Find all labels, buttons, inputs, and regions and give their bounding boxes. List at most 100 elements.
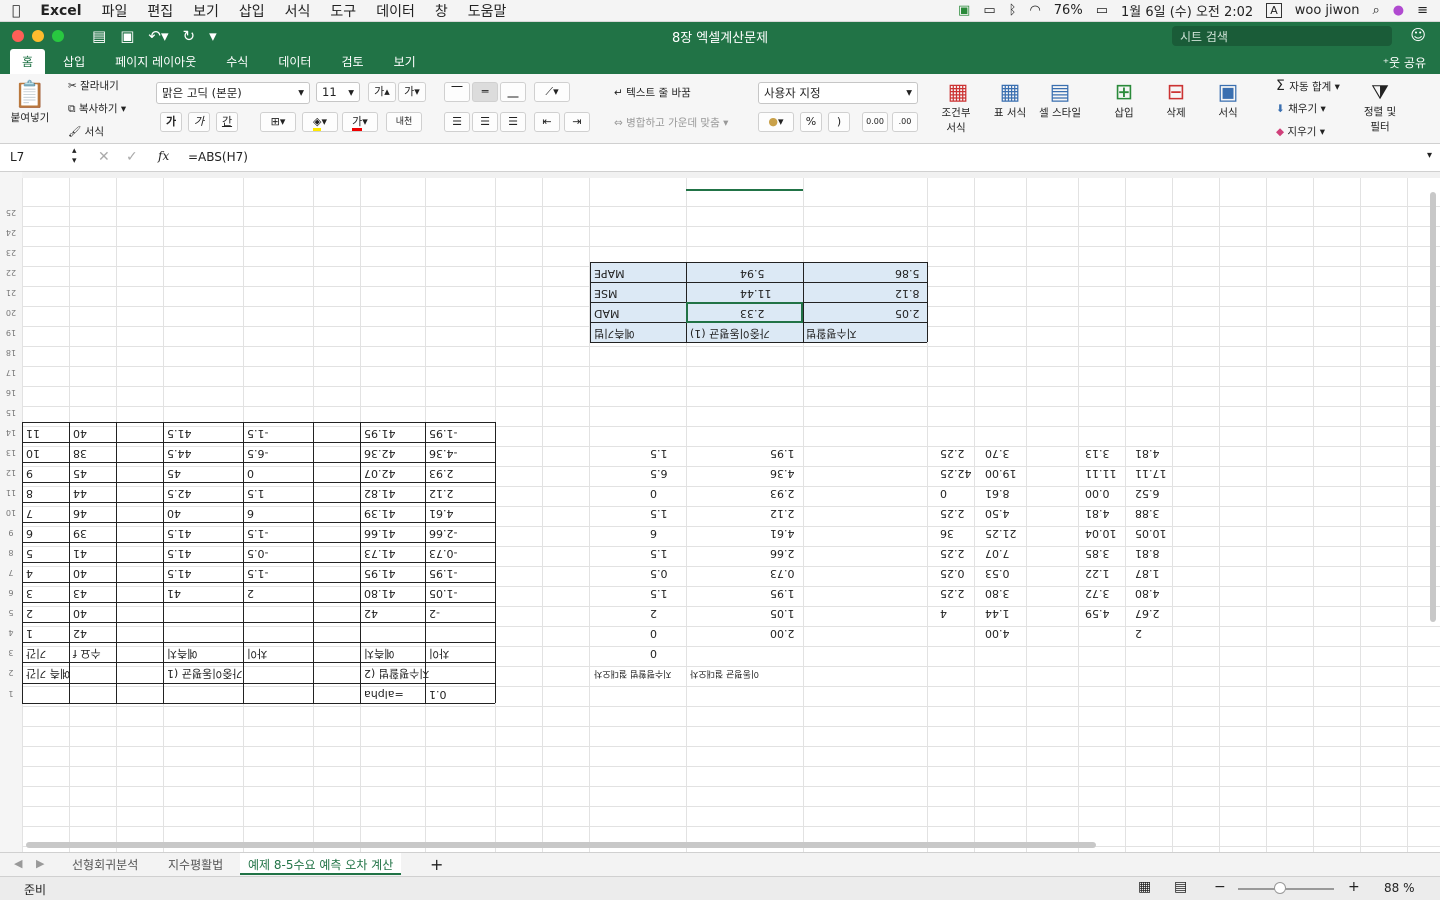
zoom-window-button[interactable] — [52, 30, 64, 42]
bluetooth-icon[interactable]: ᛒ — [1009, 3, 1017, 18]
bold-button[interactable]: 가 — [160, 112, 182, 132]
zoom-in-icon[interactable]: + — [1348, 879, 1360, 895]
align-top-icon[interactable]: ⎺ — [444, 82, 470, 102]
sheet-search-input[interactable]: 시트 검색 — [1172, 26, 1392, 46]
menu-insert[interactable]: 삽입 — [239, 1, 265, 21]
format-cells-button[interactable]: ▣ 서식 — [1206, 80, 1250, 120]
increase-indent-icon[interactable]: ⇥ — [564, 112, 590, 132]
control-center-icon[interactable]: ≡ — [1417, 3, 1428, 18]
font-size-select[interactable]: 11 ▾ — [316, 82, 360, 102]
sidebar-icon[interactable]: ▤ — [92, 27, 106, 45]
copy-button[interactable]: ⧉ 복사하기 ▾ — [68, 101, 126, 116]
normal-view-icon[interactable]: ▦ — [1138, 879, 1151, 895]
save-icon[interactable]: ▣ — [120, 27, 134, 45]
name-box-stepper-icon[interactable]: ▴ ▾ — [72, 146, 77, 166]
checkmark-icon[interactable]: ✓ — [126, 149, 138, 165]
fill-button[interactable]: ⬇ 채우기 ▾ — [1276, 101, 1326, 116]
screen-icon[interactable]: ▣ — [958, 3, 970, 18]
merge-center-button[interactable]: ⇔ 병합하고 가운데 맞춤 ▾ — [614, 115, 728, 130]
function-icon[interactable]: fx — [158, 149, 169, 163]
user-name[interactable]: woo jiwon — [1295, 3, 1360, 18]
name-box[interactable]: L7 — [10, 150, 24, 164]
airplay-icon[interactable]: ▭ — [983, 3, 995, 18]
minimize-window-button[interactable] — [32, 30, 44, 42]
formula-input[interactable]: =ABS(H7) — [188, 150, 248, 164]
smiley-icon[interactable]: ☺ — [1410, 26, 1426, 44]
app-name[interactable]: Excel — [40, 3, 81, 19]
wrap-text-button[interactable]: ↵ 텍스트 줄 바꿈 — [614, 85, 691, 100]
align-bottom-icon[interactable]: ⎽ — [500, 82, 526, 102]
insert-cells-button[interactable]: ⊞ 삽입 — [1102, 80, 1146, 120]
format-as-table-button[interactable]: ▦ 표 서식 — [988, 80, 1032, 120]
sheet-tab-forecast-error[interactable]: 예제 8-5수요 예측 오차 계산 — [240, 853, 402, 875]
align-right-icon[interactable]: ☰ — [500, 112, 526, 132]
align-middle-icon[interactable]: ═ — [472, 82, 498, 102]
zoom-slider-thumb[interactable] — [1274, 882, 1286, 894]
siri-icon[interactable]: ● — [1393, 3, 1404, 18]
grow-font-button[interactable]: 가▴ — [368, 82, 396, 102]
cell-styles-button[interactable]: ▤ 셀 스타일 — [1036, 80, 1084, 120]
menu-view[interactable]: 보기 — [193, 1, 219, 21]
currency-button[interactable]: ●▾ — [758, 112, 794, 132]
spotlight-icon[interactable]: ⌕ — [1372, 3, 1379, 18]
prev-sheet-icon[interactable]: ◀ — [14, 857, 22, 870]
apple-icon[interactable]:  — [12, 3, 20, 19]
menu-tools[interactable]: 도구 — [330, 1, 356, 21]
font-color-button[interactable]: 가▾ — [342, 112, 378, 132]
tab-data[interactable]: 데이터 — [266, 49, 323, 74]
worksheet-grid[interactable]: 1 2 3 4 5 6 7 8 9 10 11 12 13 14 15 16 17 18 19 20 21 22 23 24 2… — [0, 172, 1440, 852]
percent-button[interactable]: % — [800, 112, 822, 132]
increase-decimal-button[interactable]: 0.00 — [862, 112, 888, 132]
datetime[interactable]: 1월 6일 (수) 오전 2:02 — [1121, 1, 1253, 20]
tab-home[interactable]: 홈 — [10, 49, 46, 74]
zoom-out-icon[interactable]: − — [1214, 879, 1226, 895]
conditional-format-button[interactable]: ▦ 조건부 서식 — [936, 80, 980, 135]
delete-cells-button[interactable]: ⊟ 삭제 — [1154, 80, 1198, 120]
tab-page-layout[interactable]: 페이지 레이아웃 — [103, 49, 208, 74]
close-window-button[interactable] — [12, 30, 24, 42]
align-center-icon[interactable]: ☰ — [472, 112, 498, 132]
shrink-font-button[interactable]: 가▾ — [398, 82, 426, 102]
customize-toolbar-icon[interactable]: ▾ — [209, 27, 217, 45]
sort-filter-button[interactable]: ⧩ 정렬 및 필터 — [1358, 80, 1402, 134]
orientation-icon[interactable]: ⟋▾ — [534, 82, 570, 102]
menu-edit[interactable]: 편집 — [147, 1, 173, 21]
cancel-icon[interactable]: ✕ — [98, 149, 110, 165]
tab-insert[interactable]: 삽입 — [51, 49, 97, 74]
borders-button[interactable]: ⊞▾ — [260, 112, 296, 132]
clear-button[interactable]: ◆ 지우기 ▾ — [1276, 124, 1325, 139]
input-source[interactable]: A — [1266, 3, 1282, 18]
tab-review[interactable]: 검토 — [329, 49, 375, 74]
zoom-slider[interactable] — [1238, 888, 1334, 890]
battery-icon[interactable]: ▭ — [1096, 3, 1108, 18]
add-sheet-icon[interactable]: + — [430, 855, 443, 874]
menu-help[interactable]: 도움말 — [468, 1, 507, 21]
tab-view[interactable]: 보기 — [382, 49, 428, 74]
expand-formula-icon[interactable]: ▾ — [1427, 150, 1432, 161]
decrease-indent-icon[interactable]: ⇤ — [534, 112, 560, 132]
cut-button[interactable]: ✂ 잘라내기 — [68, 78, 119, 93]
paste-button[interactable]: 📋 붙여넣기 — [10, 80, 50, 125]
sheet-tab-linear-regression[interactable]: 선형회귀분석 — [64, 856, 146, 873]
format-painter-button[interactable]: 🖌 서식 — [68, 124, 104, 139]
wifi-icon[interactable]: ◠ — [1029, 3, 1040, 18]
number-format-select[interactable]: 사용자 지정 ▾ — [758, 82, 918, 104]
undo-icon[interactable]: ↶▾ — [148, 27, 168, 45]
fill-color-button[interactable]: ◈▾ — [302, 112, 338, 132]
next-sheet-icon[interactable]: ▶ — [36, 857, 44, 870]
italic-button[interactable]: 가 — [188, 112, 210, 132]
align-left-icon[interactable]: ☰ — [444, 112, 470, 132]
font-name-select[interactable]: 맑은 고딕 (본문) ▾ — [156, 82, 310, 104]
tab-formulas[interactable]: 수식 — [214, 49, 260, 74]
autosum-button[interactable]: Σ 자동 합계 ▾ — [1276, 78, 1340, 94]
share-button[interactable]: ⁺웃 공유 — [1383, 54, 1426, 71]
redo-icon[interactable]: ↻ — [182, 27, 195, 45]
menu-file[interactable]: 파일 — [102, 1, 128, 21]
sheet-tab-exponential-smoothing[interactable]: 지수평활법 — [160, 856, 231, 873]
menu-data[interactable]: 데이터 — [376, 1, 415, 21]
underline-button[interactable]: 간 — [216, 112, 238, 132]
comma-button[interactable]: ) — [828, 112, 850, 132]
decrease-decimal-button[interactable]: .00 — [892, 112, 918, 132]
menu-window[interactable]: 창 — [435, 1, 448, 21]
page-layout-view-icon[interactable]: ▤ — [1174, 879, 1187, 895]
